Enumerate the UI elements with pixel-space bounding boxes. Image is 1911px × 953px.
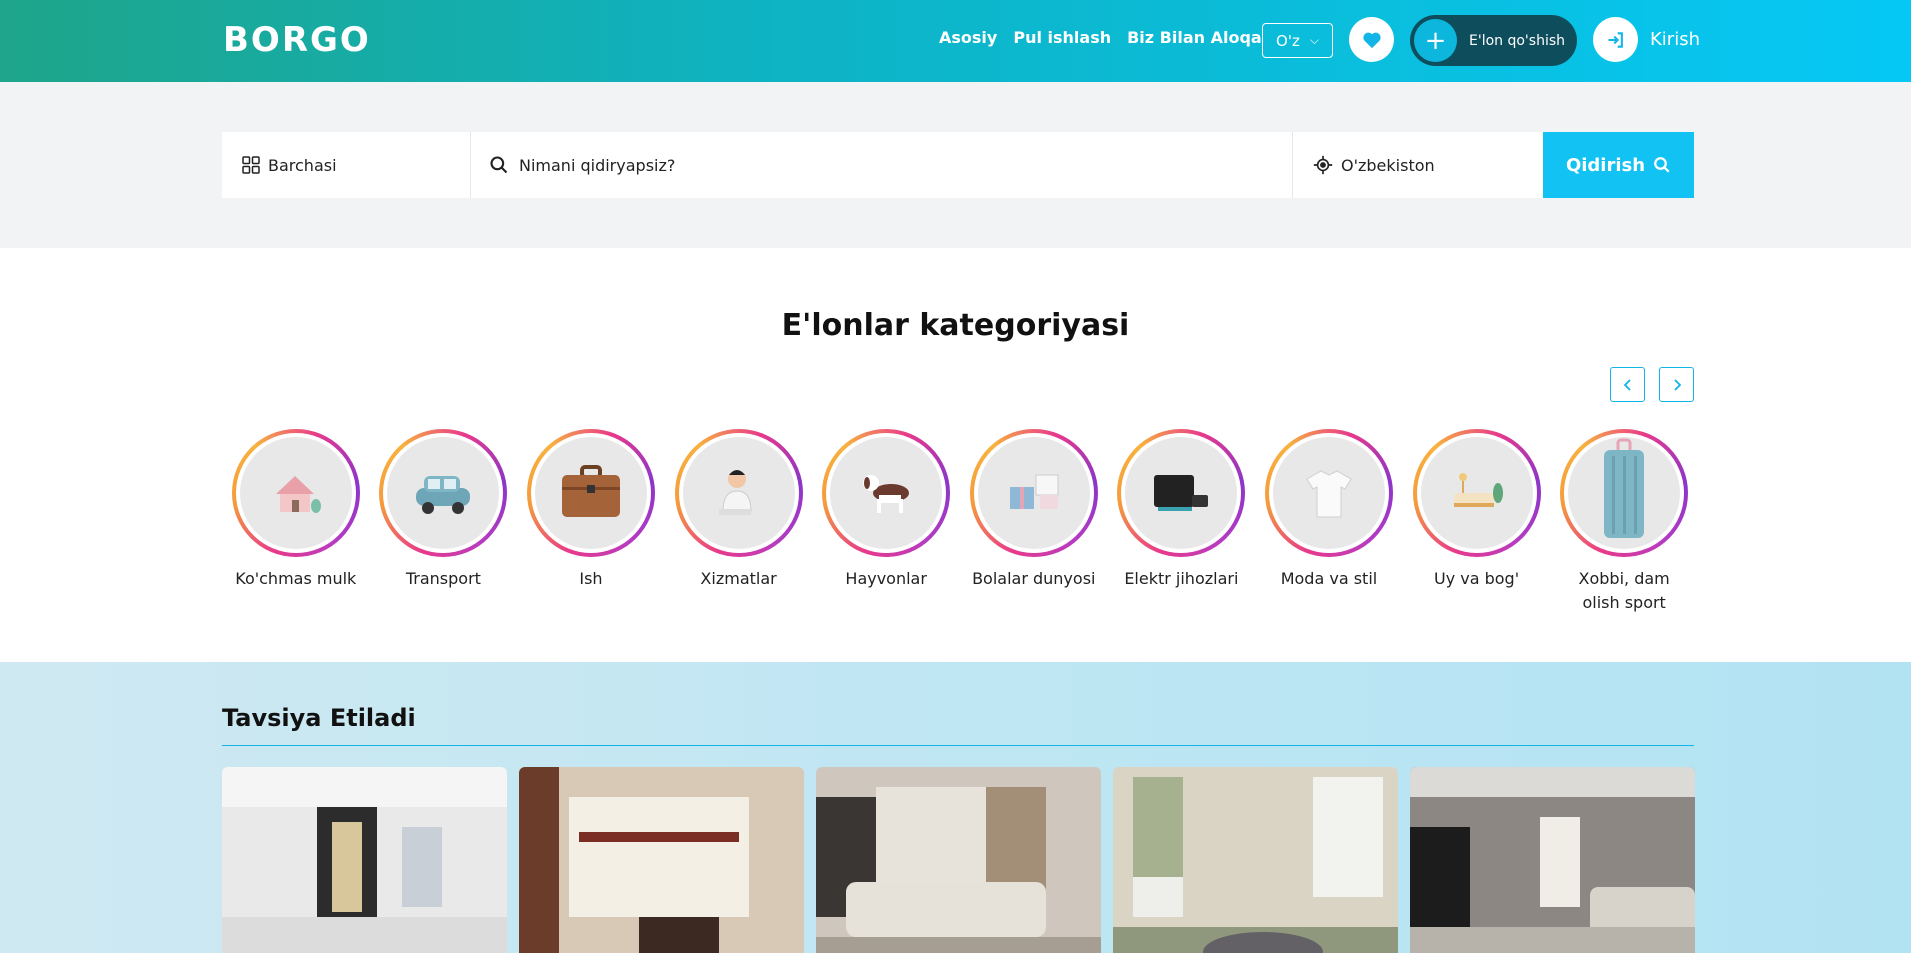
favorites-button[interactable] <box>1349 17 1394 62</box>
tablet-icon <box>1154 475 1209 511</box>
dog-icon <box>863 475 910 513</box>
search-button[interactable]: Qidirish <box>1543 132 1694 198</box>
person-icon <box>718 470 752 515</box>
listing-card[interactable] <box>519 767 804 953</box>
nav-link-contact[interactable]: Biz Bilan Aloqa <box>1127 28 1262 47</box>
listing-photo <box>816 767 1101 953</box>
nav-link-earn-money[interactable]: Pul ishlash <box>1013 28 1111 47</box>
location-select[interactable]: O'zbekiston <box>1293 132 1543 198</box>
category-label: Ko'chmas mulk <box>235 569 357 588</box>
add-listing-label: E'lon qo'shish <box>1469 32 1565 49</box>
category-transport[interactable]: Transport <box>370 429 518 615</box>
site-logo[interactable]: BORGO <box>223 20 371 60</box>
recommended-title: Tavsiya Etiladi <box>222 704 416 732</box>
category-electronics[interactable]: Elektr jihozlari <box>1108 429 1256 615</box>
category-label: Moda va stil <box>1280 569 1378 588</box>
category-carousel: Ko'chmas mulk Transport Ish Xizmatlar Ha… <box>222 429 1698 615</box>
language-select[interactable]: O'z ⌵ <box>1262 23 1333 58</box>
category-label: Bolalar dunyosi <box>972 569 1096 588</box>
main-nav: Asosiy Pul ishlash Biz Bilan Aloqa <box>939 28 1262 47</box>
listing-card[interactable] <box>1410 767 1695 953</box>
category-job[interactable]: Ish <box>517 429 665 615</box>
plus-icon: + <box>1414 19 1457 62</box>
language-value: O'z <box>1276 31 1300 50</box>
search-bar: Barchasi O'zbekiston Qidirish <box>222 132 1694 198</box>
location-value: O'zbekiston <box>1341 155 1435 175</box>
category-select[interactable]: Barchasi <box>222 132 471 198</box>
top-header: BORGO Asosiy Pul ishlash Biz Bilan Aloqa… <box>0 0 1911 82</box>
house-icon <box>275 476 321 513</box>
category-label: Uy va bog' <box>1433 569 1520 588</box>
listing-card[interactable] <box>1113 767 1398 953</box>
category-label: Xobbi, dam olish sport <box>1578 569 1670 612</box>
search-field <box>471 132 1293 198</box>
login-icon <box>1593 17 1638 62</box>
tshirt-icon <box>1306 470 1352 518</box>
car-icon <box>416 476 471 514</box>
category-fashion[interactable]: Moda va stil <box>1255 429 1403 615</box>
category-label: Ish <box>579 569 603 588</box>
nav-link-home[interactable]: Asosiy <box>939 28 997 47</box>
category-services[interactable]: Xizmatlar <box>665 429 813 615</box>
recommended-section: Tavsiya Etiladi <box>0 662 1911 953</box>
category-label: Hayvonlar <box>845 569 927 588</box>
listing-card[interactable] <box>816 767 1101 953</box>
category-label: Transport <box>405 569 481 588</box>
grid-icon <box>242 156 260 174</box>
recommended-listings <box>222 767 1695 953</box>
search-button-label: Qidirish <box>1565 154 1646 176</box>
chevron-down-icon: ⌵ <box>1309 33 1319 47</box>
category-hobby-sport[interactable]: Xobbi, dam olish sport <box>1550 429 1698 615</box>
section-divider <box>222 745 1694 746</box>
search-icon <box>490 156 508 174</box>
chevron-right-icon <box>1673 378 1681 391</box>
sofa-icon <box>1453 473 1503 507</box>
listing-photo <box>1410 767 1695 953</box>
login-label: Kirish <box>1650 29 1700 50</box>
location-target-icon <box>1313 155 1333 175</box>
suitcase-icon <box>1604 438 1645 538</box>
category-animals[interactable]: Hayvonlar <box>812 429 960 615</box>
category-label: Xizmatlar <box>700 569 777 588</box>
listing-card[interactable] <box>222 767 507 953</box>
carousel-next-button[interactable] <box>1659 367 1694 402</box>
carousel-prev-button[interactable] <box>1610 367 1645 402</box>
gift-box-icon <box>1009 474 1059 509</box>
briefcase-icon <box>561 465 620 517</box>
search-section: Barchasi O'zbekiston Qidirish <box>0 82 1911 248</box>
heart-icon <box>1362 32 1381 48</box>
category-real-estate[interactable]: Ko'chmas mulk <box>222 429 370 615</box>
add-listing-button[interactable]: + E'lon qo'shish <box>1410 15 1577 66</box>
listing-photo <box>222 767 507 953</box>
category-home-garden[interactable]: Uy va bog' <box>1403 429 1551 615</box>
search-input[interactable] <box>519 155 1279 175</box>
categories-title: E'lonlar kategoriyasi <box>781 308 1130 343</box>
listing-photo <box>519 767 804 953</box>
chevron-left-icon <box>1623 378 1631 391</box>
listing-photo <box>1113 767 1398 953</box>
category-label: Elektr jihozlari <box>1124 569 1239 588</box>
login-button[interactable]: Kirish <box>1593 17 1700 62</box>
category-value: Barchasi <box>268 155 337 175</box>
search-icon <box>1654 157 1670 173</box>
category-kids[interactable]: Bolalar dunyosi <box>960 429 1108 615</box>
